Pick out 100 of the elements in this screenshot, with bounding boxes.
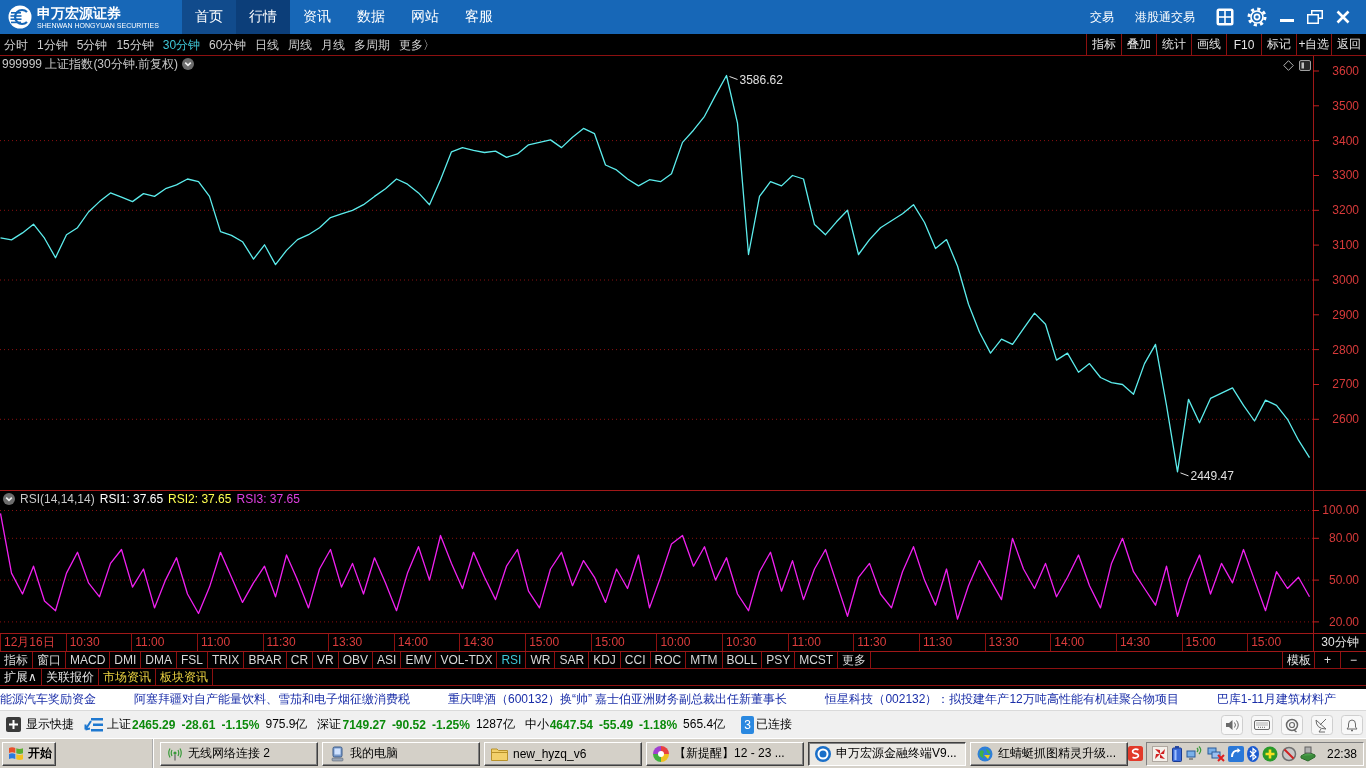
blocked-icon[interactable]: [1280, 745, 1297, 762]
header-link[interactable]: 交易: [1090, 8, 1114, 26]
indicator-tab[interactable]: DMA: [141, 652, 177, 668]
taskbar-button[interactable]: 我的电脑: [321, 741, 480, 766]
toolbar-button[interactable]: 返回: [1331, 34, 1366, 55]
info-tab[interactable]: 关联报价: [41, 669, 99, 685]
toolbar-button[interactable]: +自选: [1296, 34, 1331, 55]
news-headline[interactable]: 阿塞拜疆对自产能量饮料、雪茄和电子烟征缴消费税: [134, 691, 410, 708]
indicator-tab[interactable]: EMV: [401, 652, 437, 668]
chevron-down-icon[interactable]: [3, 493, 15, 505]
settings-icon[interactable]: [1247, 7, 1267, 27]
close-icon[interactable]: [1336, 10, 1350, 24]
refresh-icon[interactable]: [1227, 745, 1244, 762]
period-tab[interactable]: 30分钟: [162, 34, 201, 55]
panel-button[interactable]: 模板: [1282, 652, 1314, 668]
indicator-tab[interactable]: 窗口: [33, 652, 66, 668]
taskbar-button[interactable]: 无线网络连接 2: [159, 741, 318, 766]
period-tab[interactable]: 更多〉: [399, 34, 436, 55]
ring-logo-icon: [814, 745, 831, 762]
nav-tab[interactable]: 客服: [452, 0, 506, 34]
period-tab[interactable]: 5分钟: [76, 34, 108, 55]
panel-button[interactable]: −: [1340, 652, 1366, 668]
indicator-tab[interactable]: MTM: [686, 652, 723, 668]
indicator-tab[interactable]: BRAR: [244, 652, 287, 668]
period-tab[interactable]: 日线: [255, 34, 280, 55]
taskbar-button[interactable]: 红蜻蜓抓图精灵升级...: [969, 741, 1128, 766]
panel-button[interactable]: +: [1314, 652, 1340, 668]
index-change: -28.61: [181, 717, 216, 732]
indicator-tab[interactable]: VR: [313, 652, 339, 668]
period-tab[interactable]: 多周期: [354, 34, 391, 55]
taskbar-button[interactable]: 【新提醒】12 - 23 ...: [645, 741, 804, 766]
indicator-tab[interactable]: 更多: [838, 652, 872, 668]
nav-tab[interactable]: 资讯: [290, 0, 344, 34]
network-error-icon[interactable]: [1206, 745, 1225, 762]
indicator-tab[interactable]: ASI: [373, 652, 402, 668]
indicator-tab[interactable]: RSI: [497, 652, 527, 668]
nav-tab[interactable]: 首页: [182, 0, 236, 34]
clock[interactable]: 22:38: [1326, 746, 1357, 761]
indicator-tab[interactable]: KDJ: [589, 652, 621, 668]
toolbar-button[interactable]: 画线: [1191, 34, 1226, 55]
axis-label: 20.00: [1328, 614, 1359, 629]
period-tab[interactable]: 1分钟: [37, 34, 68, 55]
indicator-tab[interactable]: MACD: [66, 652, 111, 668]
nav-tab[interactable]: 网站: [398, 0, 452, 34]
news-headline[interactable]: 恒星科技（002132）：拟投建年产12万吨高性能有机硅聚合物项目: [825, 691, 1179, 708]
plus-circle-icon[interactable]: [1261, 745, 1278, 762]
toolbar-button[interactable]: 标记: [1261, 34, 1296, 55]
indicator-tab[interactable]: MCST: [795, 652, 839, 668]
info-tab[interactable]: 板块资讯: [155, 669, 213, 685]
nav-tab[interactable]: 行情: [236, 0, 290, 34]
period-tab[interactable]: 分时: [4, 34, 28, 55]
bell-icon[interactable]: [1341, 714, 1363, 735]
restore-icon[interactable]: [1307, 10, 1323, 24]
list-icon[interactable]: [84, 716, 103, 733]
nav-tab[interactable]: 数据: [344, 0, 398, 34]
news-headline[interactable]: 巴库1-11月建筑材料产: [1216, 691, 1336, 708]
indicator-tab[interactable]: WR: [526, 652, 556, 668]
indicator-tab[interactable]: PSY: [762, 652, 796, 668]
period-tab[interactable]: 周线: [288, 34, 313, 55]
keyboard-icon[interactable]: [1251, 714, 1273, 735]
indicator-tab[interactable]: TRIX: [208, 652, 245, 668]
satellite-dish-icon[interactable]: [1311, 714, 1333, 735]
news-headline[interactable]: 重庆啤酒（600132）换“帅” 嘉士伯亚洲财务副总裁出任新董事长: [448, 691, 788, 708]
taskbar-button[interactable]: 申万宏源金融终端V9...: [807, 741, 966, 766]
toolbar-button[interactable]: 叠加: [1121, 34, 1156, 55]
indicator-tab[interactable]: CR: [286, 652, 314, 668]
panel-icon[interactable]: [1299, 60, 1311, 71]
news-headline[interactable]: 能源汽车奖励资金: [0, 691, 96, 708]
chevron-down-icon[interactable]: [182, 58, 195, 70]
indicator-tab[interactable]: ROC: [650, 652, 687, 668]
toolbar-button[interactable]: 统计: [1156, 34, 1191, 55]
indicator-tab[interactable]: OBV: [338, 652, 374, 668]
start-button[interactable]: 开始: [2, 741, 56, 766]
period-tab[interactable]: 60分钟: [209, 34, 247, 55]
globe-icon: [976, 745, 993, 762]
taskbar-button[interactable]: new_hyzq_v6: [483, 741, 642, 766]
diamond-icon[interactable]: [1283, 60, 1294, 71]
indicator-tab[interactable]: DMI: [110, 652, 142, 668]
period-tab[interactable]: 15分钟: [116, 34, 154, 55]
indicator-tab[interactable]: VOL-TDX: [436, 652, 498, 668]
toolbar-button[interactable]: F10: [1226, 34, 1261, 55]
bluetooth-icon[interactable]: [1246, 745, 1259, 762]
pinwheel-icon[interactable]: [1151, 745, 1168, 762]
indicator-tab[interactable]: 指标: [0, 652, 33, 668]
shortcut-toggle[interactable]: 显示快捷: [26, 716, 74, 733]
grid-icon[interactable]: [1216, 8, 1234, 26]
volume-icon[interactable]: [1221, 714, 1243, 735]
indicator-tab[interactable]: CCI: [620, 652, 651, 668]
indicator-tab[interactable]: BOLL: [722, 652, 763, 668]
period-tab[interactable]: 月线: [321, 34, 346, 55]
battery-icon[interactable]: [1170, 745, 1183, 762]
info-tab[interactable]: 扩展∧: [0, 669, 42, 685]
ring-icon[interactable]: [1281, 714, 1303, 735]
indicator-tab[interactable]: FSL: [177, 652, 209, 668]
indicator-tab[interactable]: SAR: [555, 652, 590, 668]
info-tab[interactable]: 市场资讯: [98, 669, 156, 685]
toolbar-button[interactable]: 指标: [1086, 34, 1121, 55]
device-icon[interactable]: [1299, 745, 1316, 762]
header-link[interactable]: 港股通交易: [1135, 8, 1195, 26]
plus-icon[interactable]: [6, 717, 21, 732]
